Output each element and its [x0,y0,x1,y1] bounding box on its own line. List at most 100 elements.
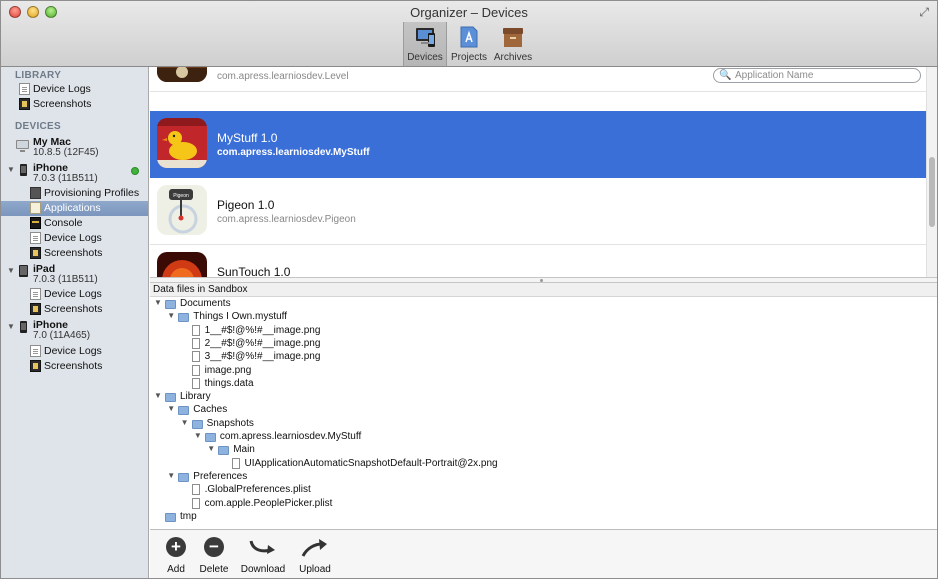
sidebar-item-label: Device Logs [44,345,102,357]
iphone-icon [20,164,27,176]
sidebar-item-label: Device Logs [33,83,91,95]
pigeon-app-icon: Pigeon [157,185,207,235]
file-icon [191,324,200,336]
tree-item-label: image.png [204,364,252,376]
sidebar: LIBRARY Device Logs Screenshots DEVICES … [1,67,149,578]
sidebar-item-label: Applications [44,202,101,214]
folder-icon [191,419,203,429]
tree-item-label: Caches [193,404,228,416]
tree-item-label: 2__#$!@%!#__image.png [204,337,321,349]
app-name: MyStuff 1.0 [217,131,278,145]
application-list: com.apress.learniosdev.Level MyStuff 1.0… [150,67,926,277]
app-bundle-id: com.apress.learniosdev.Pigeon [217,214,356,225]
plus-icon: + [166,537,186,557]
sidebar-device-iphone-2[interactable]: ▼ iPhone 7.0 (11A465) [1,319,148,345]
sidebar-item-label: Provisioning Profiles [44,187,140,199]
search-input[interactable]: 🔍 Application Name [713,68,921,83]
sidebar-device-my-mac[interactable]: My Mac 10.8.5 (12F45) [1,136,148,162]
upload-arrow-icon [301,539,327,557]
sidebar-item-iphone2-device-logs[interactable]: Device Logs [1,344,148,359]
tree-item-label: .GlobalPreferences.plist [204,484,311,496]
disclosure-open-icon[interactable]: ▼ [7,266,15,275]
splitter-handle[interactable] [540,279,543,282]
applications-icon [30,202,41,214]
app-row[interactable]: SunTouch 1.0 [150,245,926,277]
sidebar-item-iphone-device-logs[interactable]: Device Logs [1,231,148,246]
disclosure-open-icon[interactable]: ▼ [167,311,175,320]
sidebar-device-iphone-1[interactable]: ▼ iPhone 7.0.3 (11B511) [1,162,148,188]
sidebar-item-iphone-screenshots[interactable]: Screenshots [1,246,148,261]
app-name: Pigeon 1.0 [217,198,275,212]
sidebar-item-applications[interactable]: Applications [1,201,148,216]
tree-item-label: Documents [180,298,231,309]
sidebar-device-ipad[interactable]: ▼ iPad 7.0.3 (11B511) [1,263,148,289]
sidebar-item-provisioning-profiles[interactable]: Provisioning Profiles [1,186,148,201]
tree-item-label: Main [233,444,255,456]
file-icon [191,337,200,349]
disclosure-open-icon[interactable]: ▼ [181,418,189,427]
log-icon [30,345,41,357]
device-version: 7.0 (11A465) [33,330,91,341]
sidebar-item-label: Device Logs [44,232,102,244]
toolbar-archives-button[interactable]: Archives [491,22,535,66]
sidebar-item-ipad-device-logs[interactable]: Device Logs [1,287,148,302]
toolbar-devices-label: Devices [407,52,443,63]
tree-item-label: UIApplicationAutomaticSnapshotDefault-Po… [244,457,498,469]
folder-icon [165,300,176,309]
disclosure-open-icon[interactable]: ▼ [167,404,175,413]
toolbar-projects-button[interactable]: Projects [447,22,491,66]
device-icon [416,28,435,47]
search-icon: 🔍 [719,70,732,81]
download-arrow-icon [249,540,275,554]
file-icon [191,484,200,496]
iphone-icon [20,321,27,333]
add-label: Add [167,564,185,575]
folder-icon [204,433,216,442]
fullscreen-icon[interactable]: ⤢ [919,5,929,20]
tree-item-label: Library [180,391,211,403]
folder-icon [165,512,176,522]
suntouch-app-icon [157,252,207,277]
device-version: 10.8.5 (12F45) [33,147,99,158]
mystuff-app-icon [157,118,207,168]
disclosure-open-icon[interactable]: ▼ [194,431,202,440]
file-icon [191,497,200,509]
screenshot-icon [19,98,30,110]
app-bundle-id: com.apress.learniosdev.MyStuff [217,147,370,158]
disclosure-open-icon[interactable]: ▼ [7,322,15,331]
app-bundle-id: com.apress.learniosdev.Level [217,71,349,82]
folder-icon [178,472,190,482]
folder-icon [218,446,230,456]
toolbar-devices-button[interactable]: Devices [403,22,447,66]
download-label: Download [240,564,286,575]
app-list-scrollbar[interactable] [926,67,937,277]
disclosure-open-icon[interactable]: ▼ [154,391,162,400]
disclosure-open-icon[interactable]: ▼ [207,444,215,453]
app-row[interactable]: Pigeon Pigeon 1.0 com.apress.learniosdev… [150,178,926,245]
toolbar-archives-label: Archives [493,52,533,63]
sandbox-header: Data files in Sandbox [150,283,937,297]
sidebar-item-ipad-screenshots[interactable]: Screenshots [1,302,148,317]
app-row-selected[interactable]: MyStuff 1.0 com.apress.learniosdev.MyStu… [150,111,926,178]
sidebar-item-label: Console [44,217,83,229]
scrollbar-thumb[interactable] [929,157,935,227]
app-name: SunTouch 1.0 [217,265,291,277]
disclosure-open-icon[interactable]: ▼ [167,471,175,480]
sidebar-item-console[interactable]: Console [1,216,148,231]
action-bar: + Add − Delete Download Upload [150,529,937,578]
pigeon-badge: Pigeon [173,193,189,199]
sidebar-item-library-device-logs[interactable]: Device Logs [1,82,148,97]
disclosure-open-icon[interactable]: ▼ [154,298,162,307]
folder-icon [165,393,176,403]
sidebar-item-iphone2-screenshots[interactable]: Screenshots [1,359,148,374]
level-app-icon [157,67,207,82]
projects-icon [460,26,478,48]
folder-icon [178,406,190,416]
disclosure-open-icon[interactable]: ▼ [7,165,15,174]
tree-item-label: Snapshots [206,417,254,429]
sandbox-header-label: Data files in Sandbox [153,284,248,295]
tree-item-label: com.apress.learniosdev.MyStuff [219,431,362,442]
delete-label: Delete [199,564,229,575]
provisioning-icon [30,187,41,199]
sidebar-item-library-screenshots[interactable]: Screenshots [1,97,148,112]
